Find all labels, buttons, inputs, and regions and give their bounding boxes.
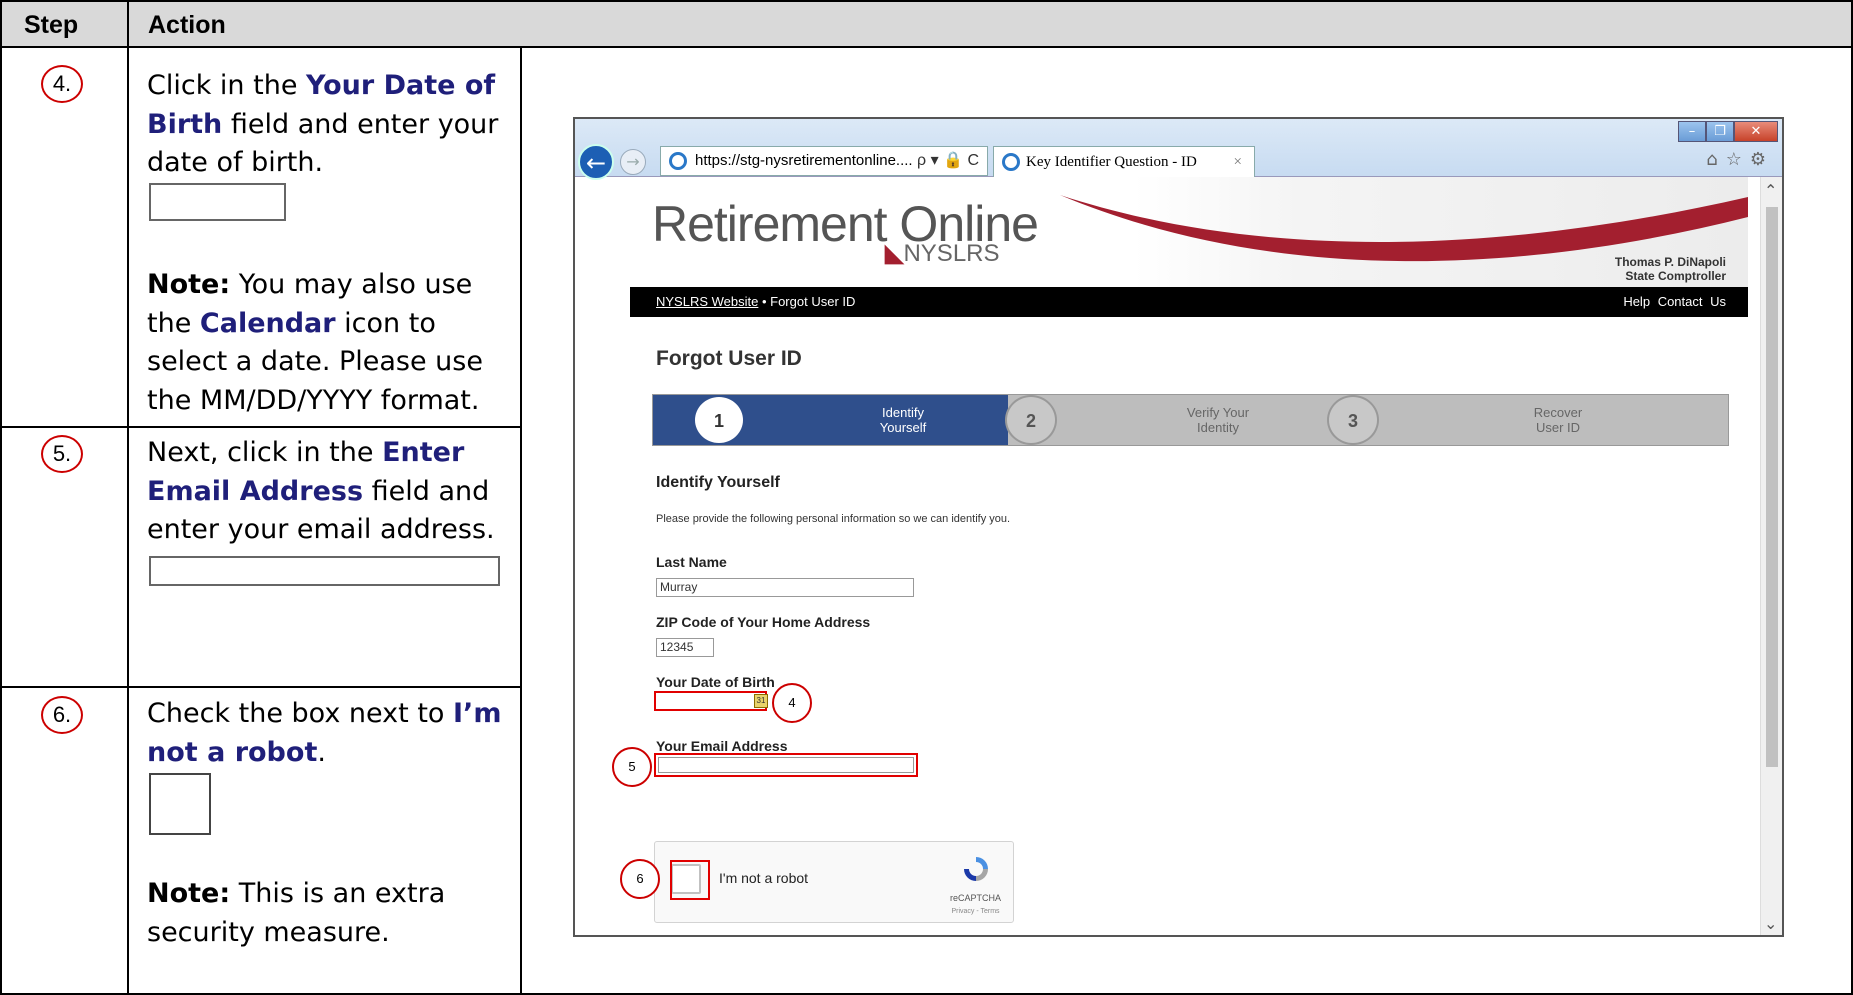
- callout-6: 6: [620, 859, 660, 899]
- label-line: Verify Your: [1186, 405, 1250, 420]
- ie-logo-icon: [669, 152, 687, 170]
- restore-icon[interactable]: ❐: [1706, 121, 1734, 142]
- contact-us-link[interactable]: Contact Us: [1658, 294, 1726, 309]
- url-text: https://stg-nysretirementonline....: [695, 152, 913, 169]
- address-controls-icon[interactable]: ρ ▾ 🔒 C: [917, 147, 979, 175]
- recaptcha-logo-icon: [964, 857, 988, 881]
- header-action: Action: [148, 11, 226, 39]
- text: .: [317, 736, 326, 768]
- label-line: Recover: [1533, 405, 1583, 420]
- last-name-input[interactable]: Murray: [656, 578, 914, 597]
- zip-label: ZIP Code of Your Home Address: [656, 614, 871, 630]
- address-bar[interactable]: https://stg-nysretirementonline.... ρ ▾ …: [660, 146, 988, 176]
- site-banner: Retirement Online ◣NYSLRS Thomas P. DiNa…: [630, 177, 1748, 287]
- page-title: Forgot User ID: [656, 347, 802, 370]
- browser-titlebar: – ❐ ✕ ← → https://stg-nysretirementonlin…: [575, 119, 1782, 180]
- recaptcha-brand: reCAPTCHA: [949, 893, 1001, 903]
- text: Click in the: [147, 70, 307, 101]
- not-a-robot-label: I'm not a robot: [719, 870, 809, 886]
- label-line: Identity: [1197, 420, 1239, 435]
- callout-5: 5: [612, 747, 652, 787]
- tab-title: Key Identifier Question - ID: [1026, 154, 1197, 170]
- comptroller: Thomas P. DiNapoli State Comptroller: [1615, 255, 1726, 283]
- scroll-down-icon[interactable]: ⌄: [1764, 914, 1777, 933]
- site-nav-bar: NYSLRS Website • Forgot User ID Help Con…: [630, 287, 1748, 317]
- ie-logo-icon: [1002, 153, 1020, 171]
- site-logo-sub: ◣NYSLRS: [885, 239, 1000, 268]
- label-line: Identify: [882, 405, 924, 420]
- recaptcha-text: reCAPTCHA Privacy - Terms: [950, 892, 1001, 918]
- dob-label: Your Date of Birth: [656, 674, 775, 690]
- progress-step-3: 3: [1327, 395, 1379, 445]
- step-5-action-text: Next, click in the Enter Email Address f…: [147, 434, 517, 550]
- text: Next, click in the: [147, 437, 383, 468]
- step-number-5: 5.: [41, 435, 83, 473]
- step-6-action-text: Check the box next to I’m not a robot.: [147, 695, 517, 772]
- column-divider-image: [520, 48, 522, 995]
- logo-sub-text: NYSLRS: [903, 240, 1000, 267]
- note-label: Note:: [147, 269, 231, 300]
- dob-input[interactable]: [657, 693, 752, 709]
- scroll-thumb[interactable]: [1766, 207, 1778, 767]
- sample-date-field: [149, 183, 286, 221]
- email-label: Your Email Address: [656, 738, 788, 754]
- nav-links: Help Contact Us: [1623, 287, 1726, 317]
- column-divider: [127, 2, 129, 995]
- help-link[interactable]: Help: [1623, 294, 1650, 309]
- intro-text: Please provide the following personal in…: [656, 513, 1011, 525]
- label-line: Yourself: [879, 420, 927, 435]
- browser-screenshot: – ❐ ✕ ← → https://stg-nysretirementonlin…: [573, 117, 1784, 937]
- calendar-icon[interactable]: 31: [754, 694, 768, 708]
- step-4-note: Note: You may also use the Calendar icon…: [147, 266, 517, 420]
- recaptcha-links[interactable]: Privacy - Terms: [951, 908, 999, 915]
- table-header: Step Action: [2, 2, 1851, 48]
- callout-4: 4: [772, 683, 812, 723]
- back-arrow-icon[interactable]: ←: [578, 144, 614, 180]
- checkbox-highlight: [670, 860, 710, 900]
- vertical-scrollbar[interactable]: ⌃ ⌄: [1760, 177, 1782, 935]
- comptroller-name: Thomas P. DiNapoli: [1614, 255, 1726, 269]
- zip-input[interactable]: 12345: [656, 638, 714, 657]
- breadcrumb-current: Forgot User ID: [770, 294, 856, 309]
- progress-step-2: 2: [1005, 395, 1057, 445]
- email-highlight: [654, 753, 918, 777]
- progress-step-1: 1: [693, 395, 745, 445]
- breadcrumb-sep: •: [758, 294, 771, 309]
- note-label: Note:: [147, 878, 231, 909]
- step-number-6: 6.: [41, 696, 83, 734]
- step-4-action-text: Click in the Your Date of Birth field an…: [147, 67, 517, 183]
- step-6-note: Note: This is an extra security measure.: [147, 875, 517, 952]
- header-step: Step: [24, 11, 79, 39]
- toolbar-icons[interactable]: ⌂☆⚙: [1706, 149, 1774, 170]
- progress-steps: 1 Identify Yourself 2 Verify Your Identity…: [652, 394, 1729, 446]
- sample-email-field: [149, 556, 500, 586]
- calendar-reference: Calendar: [199, 307, 336, 339]
- close-icon[interactable]: ✕: [1734, 121, 1778, 142]
- last-name-label: Last Name: [656, 554, 727, 570]
- email-input[interactable]: [658, 757, 914, 773]
- progress-label-1: Identify Yourself: [843, 405, 963, 435]
- nyslrs-mark-icon: ◣: [885, 240, 904, 267]
- comptroller-title: State Comptroller: [1625, 269, 1726, 283]
- step-number-4: 4.: [41, 65, 83, 103]
- tab-close-icon[interactable]: ×: [1234, 147, 1242, 177]
- scroll-up-icon[interactable]: ⌃: [1764, 181, 1777, 200]
- web-page: Retirement Online ◣NYSLRS Thomas P. DiNa…: [612, 177, 1748, 935]
- nyslrs-website-link[interactable]: NYSLRS Website: [656, 294, 758, 309]
- minimize-icon[interactable]: –: [1678, 121, 1706, 142]
- dob-highlight: 31: [654, 691, 768, 711]
- sample-checkbox: [149, 773, 211, 835]
- row-divider: [2, 686, 522, 688]
- browser-tab[interactable]: Key Identifier Question - ID ×: [993, 146, 1255, 177]
- breadcrumb: NYSLRS Website • Forgot User ID: [656, 287, 855, 317]
- window-controls: – ❐ ✕: [1678, 121, 1778, 143]
- label-line: User ID: [1535, 420, 1581, 435]
- section-title: Identify Yourself: [656, 474, 780, 491]
- row-divider: [2, 426, 522, 428]
- progress-label-3: Recover User ID: [1498, 405, 1618, 435]
- text: Check the box next to: [147, 698, 454, 729]
- forward-arrow-icon[interactable]: →: [620, 149, 646, 175]
- progress-label-2: Verify Your Identity: [1158, 405, 1278, 435]
